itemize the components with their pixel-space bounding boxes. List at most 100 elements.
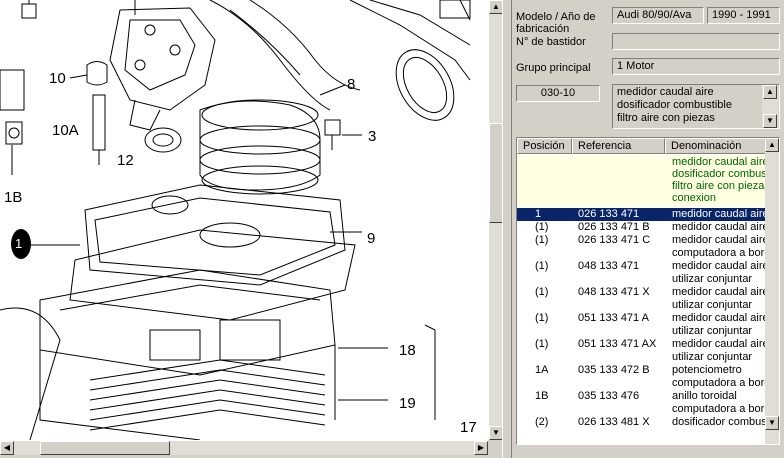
table-row[interactable]: computadora a bord: [517, 403, 771, 416]
description-cell: medidor caudal aire: [672, 338, 769, 350]
reference-cell: 026 133 481 X: [578, 416, 650, 428]
position-cell: 1B: [535, 390, 549, 402]
scroll-up-arrow-icon[interactable]: ▲: [763, 85, 777, 99]
model-year-label-2: fabricación: [516, 23, 570, 35]
description-cell: utilizar conjuntar: [672, 273, 753, 285]
callout-10a[interactable]: 10A: [52, 122, 79, 139]
reference-cell: 026 133 471: [578, 208, 640, 220]
pane-splitter[interactable]: [502, 0, 512, 458]
scroll-up-arrow-icon[interactable]: ▲: [489, 0, 503, 14]
column-header-description[interactable]: Denominación: [665, 138, 767, 154]
callout-19[interactable]: 19: [399, 395, 416, 412]
scroll-right-arrow-icon[interactable]: ▶: [474, 441, 488, 455]
table-row[interactable]: (1) 051 133 471 A medidor caudal aire: [517, 312, 769, 325]
scroll-down-arrow-icon[interactable]: ▼: [763, 114, 777, 128]
description-cell: medidor caudal aire: [672, 312, 769, 324]
table-row[interactable]: (1) 051 133 471 AX medidor caudal aire: [517, 338, 769, 351]
column-header-position[interactable]: Posición: [517, 138, 572, 154]
scroll-thumb[interactable]: [40, 441, 170, 455]
table-row[interactable]: (1) 048 133 471 medidor caudal aire: [517, 260, 769, 273]
group-desc-line: dosificador combus: [672, 168, 767, 180]
callout-10[interactable]: 10: [49, 70, 66, 87]
scroll-down-arrow-icon[interactable]: ▼: [765, 416, 779, 430]
callout-1[interactable]: 1: [15, 236, 22, 251]
group-description-row[interactable]: medidor caudal aire dosificador combus f…: [517, 155, 770, 207]
scroll-thumb[interactable]: [489, 123, 503, 223]
description-cell: utilizar conjuntar: [672, 325, 753, 337]
exploded-diagram[interactable]: 1 10 10A 1B 12 8 3 9 18 19 17: [0, 0, 488, 440]
callout-3[interactable]: 3: [368, 128, 376, 145]
reference-cell: 048 133 471 X: [578, 286, 650, 298]
position-cell: (1): [535, 234, 549, 246]
table-row[interactable]: (1) 026 133 471 C medidor caudal aire: [517, 234, 769, 247]
table-row[interactable]: utilizar conjuntar: [517, 299, 767, 312]
description-cell: medidor caudal aire: [672, 234, 769, 246]
group-desc-line: conexion: [672, 192, 717, 204]
chassis-number-field[interactable]: [612, 33, 780, 50]
table-row[interactable]: utilizar conjuntar: [517, 273, 767, 286]
table-row[interactable]: computadora a bord: [517, 377, 771, 390]
column-header-reference[interactable]: Referencia: [572, 138, 665, 154]
description-cell: computadora a bord: [672, 377, 771, 389]
parts-table[interactable]: Posición Referencia Denominación medidor…: [516, 137, 780, 445]
group-desc-line: medidor caudal aire: [672, 156, 769, 168]
scroll-up-arrow-icon[interactable]: ▲: [765, 138, 779, 152]
position-cell: (1): [535, 286, 549, 298]
table-row[interactable]: (1) 026 133 471 B medidor caudal aire: [517, 221, 769, 234]
position-cell: 1A: [535, 364, 549, 376]
position-cell: (2): [535, 416, 549, 428]
table-row[interactable]: (1) 048 133 471 X medidor caudal aire: [517, 286, 769, 299]
years-value-field: 1990 - 1991: [707, 7, 780, 24]
description-cell: anillo toroidal: [672, 390, 737, 402]
main-group-label: Grupo principal: [516, 62, 591, 74]
table-row[interactable]: 1A 035 133 472 B potenciometro: [517, 364, 767, 377]
reference-cell: 026 133 471 B: [578, 221, 650, 233]
subgroup-scrollbar[interactable]: ▲ ▼: [762, 85, 778, 128]
reference-cell: 051 133 471 AX: [578, 338, 657, 350]
position-cell: (1): [535, 260, 549, 272]
position-cell: 1: [535, 208, 542, 220]
position-cell: (1): [535, 312, 549, 324]
diagram-vertical-scrollbar[interactable]: ▲ ▼: [488, 0, 503, 440]
subgroup-line: dosificador combustible: [617, 99, 732, 111]
table-row[interactable]: utilizar conjuntar: [517, 351, 767, 364]
table-vertical-scrollbar[interactable]: ▲ ▼: [765, 138, 779, 444]
table-row[interactable]: (2) 026 133 481 X dosificador combus: [517, 416, 767, 429]
group-desc-line: filtro aire con piezas: [672, 180, 770, 192]
chassis-label: N° de bastidor: [516, 36, 586, 48]
scroll-down-arrow-icon[interactable]: ▼: [489, 426, 503, 440]
scroll-left-arrow-icon[interactable]: ◀: [0, 441, 14, 455]
description-cell: medidor caudal aire: [672, 208, 769, 220]
description-cell: medidor caudal aire: [672, 260, 769, 272]
callout-9[interactable]: 9: [367, 230, 375, 247]
description-cell: medidor caudal aire: [672, 221, 769, 233]
reference-cell: 051 133 471 A: [578, 312, 649, 324]
subgroup-description-list[interactable]: medidor caudal aire dosificador combusti…: [612, 84, 780, 129]
model-value-field: Audi 80/90/Ava: [612, 7, 704, 24]
callout-18[interactable]: 18: [399, 342, 416, 359]
subgroup-code-field[interactable]: 030-10: [516, 85, 600, 102]
callout-12[interactable]: 12: [117, 152, 134, 169]
table-header: Posición Referencia Denominación: [517, 138, 767, 154]
callout-17[interactable]: 17: [460, 419, 477, 436]
table-row[interactable]: computadora a bord: [517, 247, 771, 260]
callout-1b[interactable]: 1B: [4, 189, 22, 206]
position-cell: (1): [535, 221, 549, 233]
subgroup-line: medidor caudal aire: [617, 86, 714, 98]
table-row[interactable]: 1B 035 133 476 anillo toroidal: [517, 390, 767, 403]
description-cell: utilizar conjuntar: [672, 351, 753, 363]
reference-cell: 026 133 471 C: [578, 234, 651, 246]
model-year-label: Modelo / Año de: [516, 11, 596, 23]
diagram-horizontal-scrollbar[interactable]: ◀ ▶: [0, 440, 488, 455]
description-cell: computadora a bord: [672, 403, 771, 415]
description-cell: potenciometro: [672, 364, 742, 376]
description-cell: computadora a bord: [672, 247, 771, 259]
main-group-field[interactable]: 1 Motor: [612, 58, 780, 75]
engine-parts-drawing: [0, 0, 471, 440]
table-row[interactable]: 1 026 133 471 medidor caudal aire: [517, 208, 769, 221]
description-cell: utilizar conjuntar: [672, 299, 753, 311]
table-row[interactable]: utilizar conjuntar: [517, 325, 767, 338]
callout-8[interactable]: 8: [347, 76, 355, 93]
description-cell: medidor caudal aire: [672, 286, 769, 298]
reference-cell: 048 133 471: [578, 260, 640, 272]
